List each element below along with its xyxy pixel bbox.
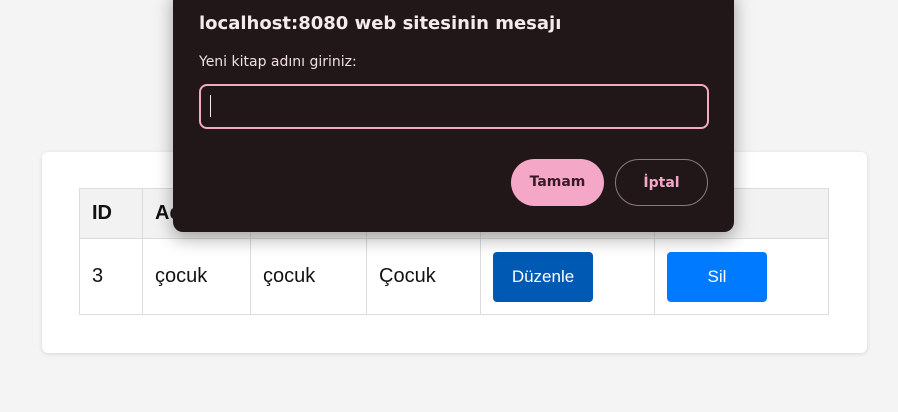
cell-col3: çocuk xyxy=(250,238,367,315)
cell-id: 3 xyxy=(79,238,143,315)
cell-name: çocuk xyxy=(142,238,251,315)
cell-edit: Düzenle xyxy=(480,238,655,315)
dialog-title: localhost:8080 web sitesinin mesajı xyxy=(199,13,562,34)
edit-button[interactable]: Düzenle xyxy=(493,251,593,302)
text-caret xyxy=(210,95,211,117)
cancel-button[interactable]: İptal xyxy=(615,159,708,206)
cell-delete: Sil xyxy=(654,238,829,315)
prompt-dialog: localhost:8080 web sitesinin mesajı Yeni… xyxy=(173,0,734,232)
ok-button[interactable]: Tamam xyxy=(511,159,604,206)
dialog-message: Yeni kitap adını giriniz: xyxy=(199,54,357,70)
delete-button[interactable]: Sil xyxy=(667,251,767,302)
cell-col4: Çocuk xyxy=(366,238,481,315)
book-name-input[interactable] xyxy=(199,84,709,129)
header-id: ID xyxy=(79,188,143,239)
table-row: 3 çocuk çocuk Çocuk Düzenle Sil xyxy=(79,238,829,315)
